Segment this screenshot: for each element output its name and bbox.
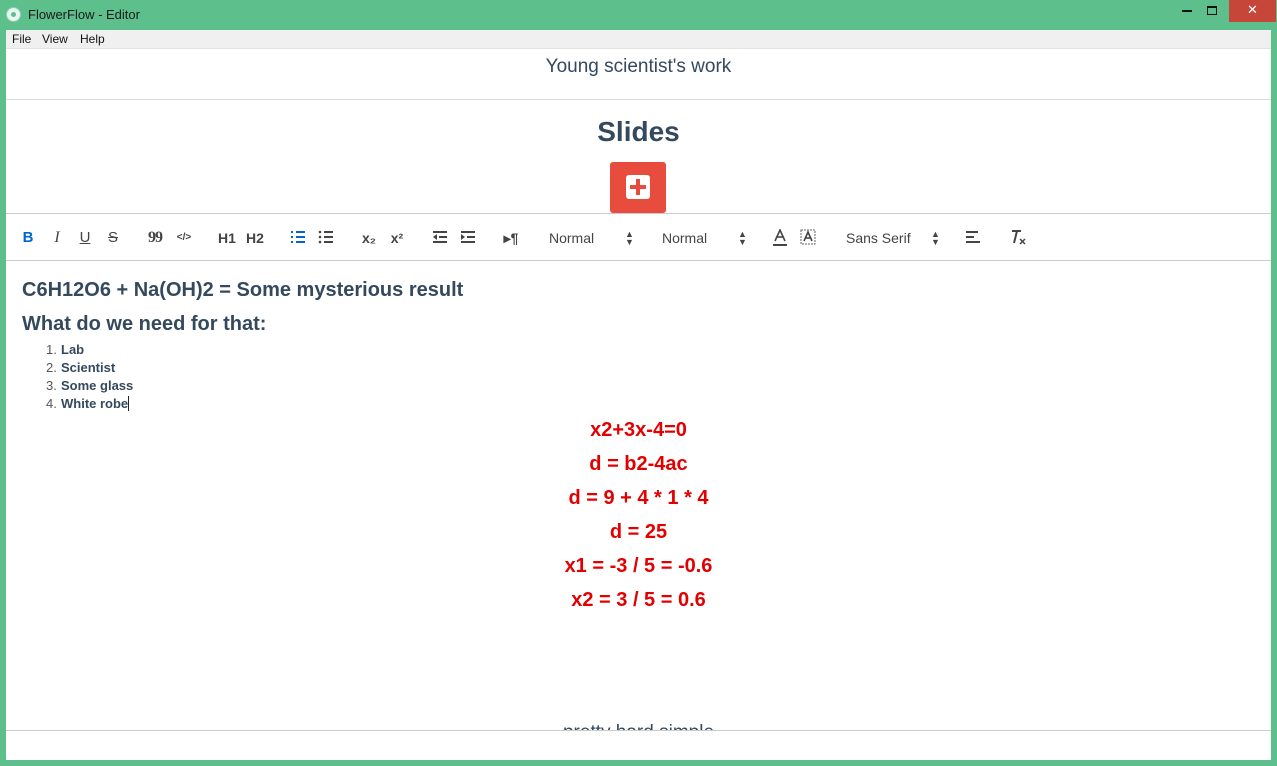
list-item: 3. Some glass — [46, 378, 134, 393]
text-cursor — [128, 396, 130, 411]
italic-button[interactable]: I — [50, 229, 64, 247]
content-subtitle: What do we need for that: — [22, 313, 267, 335]
header-select[interactable]: Normal ▲ ▼ — [549, 229, 637, 247]
close-icon: ✕ — [1247, 2, 1258, 17]
math-line: d = b2-4ac — [589, 453, 688, 475]
document-header: Young scientist's work — [6, 49, 1271, 100]
editor-toolbar: B I U S 99 </> H1 H2 x₂ x² ▸¶ Normal ▲ ▼… — [6, 213, 1271, 261]
h2-button[interactable]: H2 — [245, 229, 265, 247]
list-item: 2. Scientist — [46, 360, 116, 375]
header-select-value: Normal — [549, 230, 595, 246]
h1-button[interactable]: H1 — [217, 229, 237, 247]
blockquote-button[interactable]: 99 — [147, 229, 163, 247]
text-color-icon — [773, 228, 787, 246]
font-select-value: Sans Serif — [846, 230, 911, 246]
strike-button[interactable]: S — [106, 229, 120, 247]
minimize-icon — [1182, 9, 1192, 12]
indent-button[interactable] — [459, 229, 477, 247]
bullet-list-button[interactable] — [317, 229, 335, 247]
bold-button[interactable]: B — [20, 229, 36, 247]
select-caret-icon: ▲ ▼ — [738, 229, 747, 247]
app-frame: File View Help Young scientist's work Sl… — [6, 30, 1271, 760]
document-title[interactable]: Young scientist's work — [6, 56, 1271, 78]
superscript-button[interactable]: x² — [388, 229, 406, 247]
background-color-icon — [800, 229, 816, 245]
underline-button[interactable]: U — [78, 229, 92, 247]
plus-square-icon — [626, 175, 650, 199]
math-line: d = 9 + 4 * 1 * 4 — [568, 487, 709, 509]
window-title: FlowerFlow - Editor — [28, 7, 140, 22]
code-button[interactable]: </> — [175, 229, 193, 247]
size-select-value: Normal — [662, 230, 708, 246]
close-button[interactable]: ✕ — [1229, 0, 1276, 22]
size-select[interactable]: Normal ▲ ▼ — [662, 229, 750, 247]
subscript-button[interactable]: x₂ — [360, 229, 378, 247]
outdent-icon — [433, 231, 447, 243]
font-select[interactable]: Sans Serif ▲ ▼ — [846, 229, 941, 247]
add-slide-button[interactable] — [610, 162, 666, 213]
maximize-icon — [1207, 6, 1217, 16]
app-icon — [6, 7, 21, 22]
outdent-button[interactable] — [431, 229, 449, 247]
text-direction-button[interactable]: ▸¶ — [501, 229, 521, 247]
menubar: File View Help — [6, 30, 1271, 49]
math-line: x2 = 3 / 5 = 0.6 — [571, 589, 706, 611]
maximize-button[interactable] — [1195, 0, 1229, 22]
menu-file[interactable]: File — [12, 32, 31, 46]
text-color-button[interactable] — [772, 228, 788, 247]
window-titlebar[interactable]: FlowerFlow - Editor ✕ — [0, 0, 1277, 30]
menu-view[interactable]: View — [42, 32, 68, 46]
ordered-list-icon — [291, 231, 305, 243]
list-item: 1. Lab — [46, 342, 85, 357]
math-line: d = 25 — [609, 521, 668, 543]
ordered-list-button[interactable] — [289, 229, 307, 247]
content-title: C6H12O6 + Na(OH)2 = Some mysterious resu… — [22, 279, 464, 301]
select-caret-icon: ▲ ▼ — [931, 229, 940, 247]
align-button[interactable] — [965, 229, 981, 247]
clean-format-button[interactable] — [1009, 229, 1027, 247]
menu-help[interactable]: Help — [80, 32, 105, 46]
ordered-list: 1. Lab 2. Scientist 3. Some glass 4. White r… — [46, 341, 133, 413]
math-line: x2+3x-4=0 — [590, 419, 687, 441]
align-left-icon — [966, 231, 980, 243]
background-color-button[interactable] — [800, 229, 816, 247]
editor-content[interactable]: C6H12O6 + Na(OH)2 = Some mysterious resu… — [6, 261, 1271, 743]
bottom-bar — [6, 730, 1271, 760]
list-item: 4. White robe — [46, 396, 130, 411]
math-line: x1 = -3 / 5 = -0.6 — [564, 555, 713, 577]
select-caret-icon: ▲ ▼ — [625, 229, 634, 247]
slides-heading: Slides — [597, 116, 680, 147]
indent-icon — [461, 231, 475, 243]
clear-format-icon — [1012, 230, 1026, 245]
bullet-list-icon — [318, 230, 333, 244]
